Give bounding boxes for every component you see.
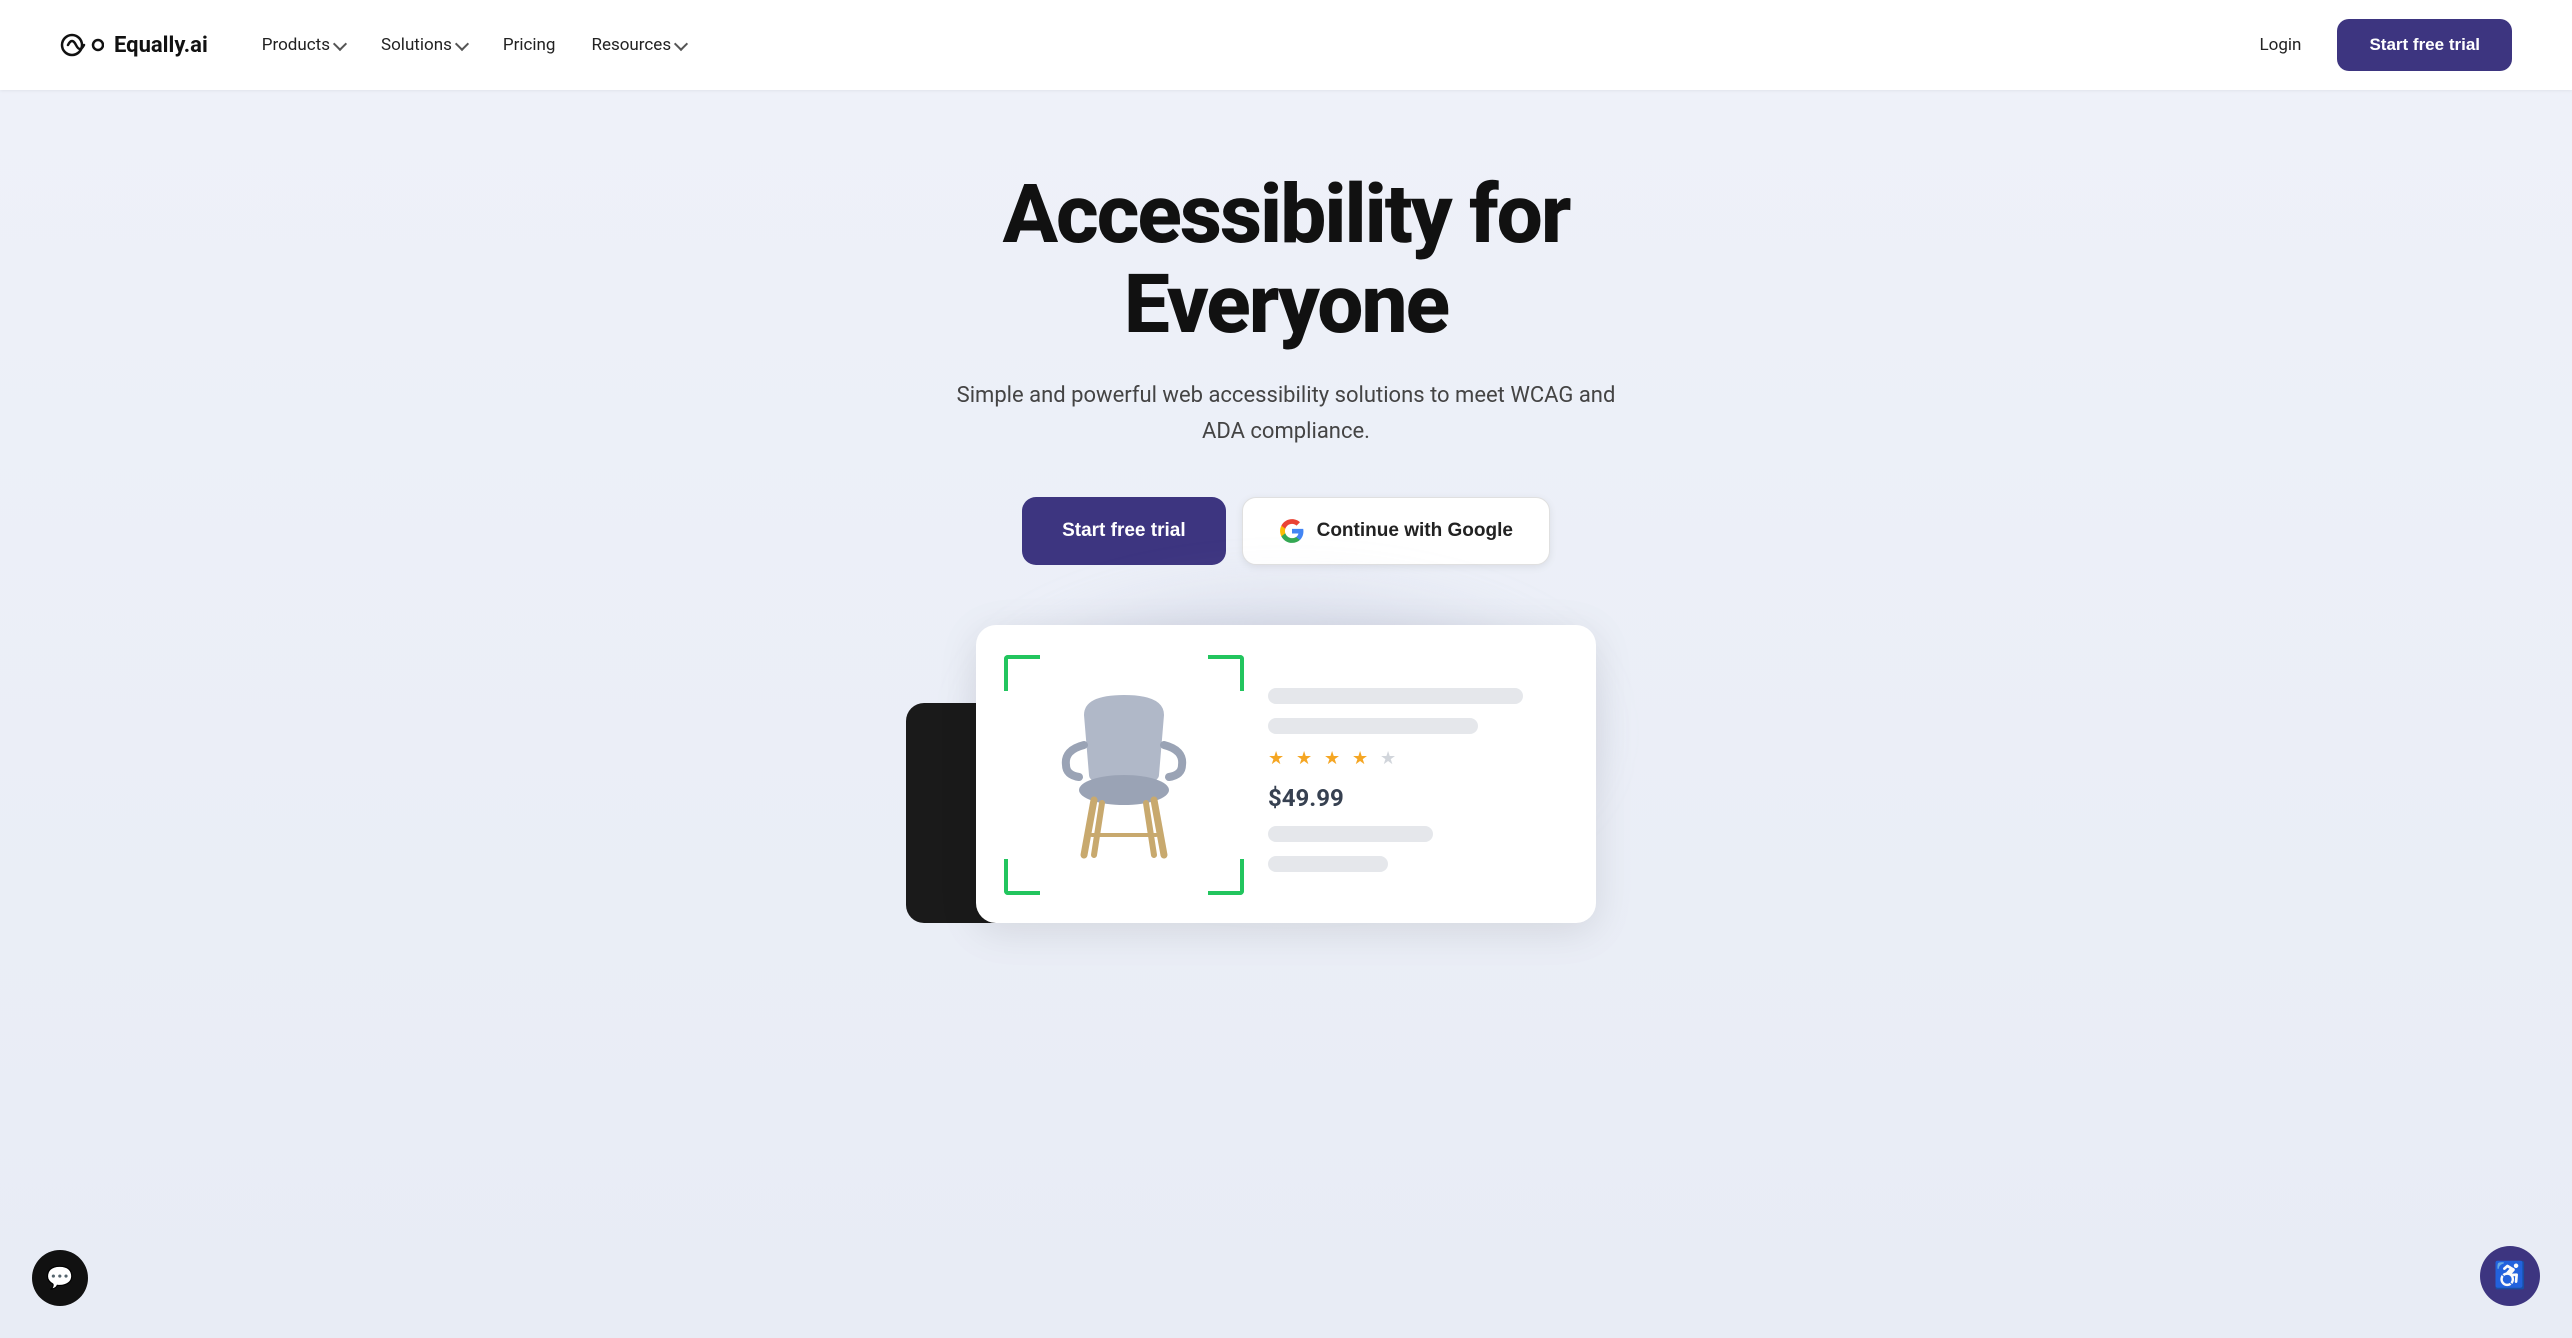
nav-resources[interactable]: Resources bbox=[577, 27, 700, 63]
nav-trial-button[interactable]: Start free trial bbox=[2337, 19, 2512, 71]
navbar: Equally.ai Products Solutions Pricing Re… bbox=[0, 0, 2572, 90]
product-card: ★ ★ ★ ★ ★ $49.99 bbox=[976, 625, 1596, 923]
chair-illustration bbox=[1044, 685, 1204, 865]
chat-icon: 💬 bbox=[46, 1266, 73, 1291]
nav-pricing[interactable]: Pricing bbox=[489, 27, 570, 63]
product-desc-skeleton bbox=[1268, 718, 1478, 734]
star-1: ★ bbox=[1268, 748, 1290, 770]
navbar-nav: Products Solutions Pricing Resources bbox=[248, 27, 2244, 63]
star-4: ★ bbox=[1352, 748, 1374, 770]
product-stars: ★ ★ ★ ★ ★ bbox=[1268, 748, 1568, 770]
solutions-chevron-icon bbox=[455, 36, 469, 50]
product-image-wrapper bbox=[1004, 655, 1244, 895]
nav-products[interactable]: Products bbox=[248, 27, 359, 63]
accessibility-widget[interactable]: ♿ bbox=[2480, 1246, 2540, 1306]
logo[interactable]: Equally.ai bbox=[60, 33, 208, 58]
hero-cta-group: Start free trial Continue with Google bbox=[1022, 497, 1550, 565]
chat-widget[interactable]: 💬 bbox=[32, 1250, 88, 1306]
navbar-right: Login Start free trial bbox=[2244, 19, 2512, 71]
bracket-bottom-left bbox=[1004, 859, 1040, 895]
products-chevron-icon bbox=[333, 36, 347, 50]
brand-name: Equally.ai bbox=[114, 33, 208, 58]
star-2: ★ bbox=[1296, 748, 1318, 770]
login-button[interactable]: Login bbox=[2244, 27, 2318, 63]
product-title-skeleton bbox=[1268, 688, 1523, 704]
demo-area: ★ ★ ★ ★ ★ $49.99 bbox=[0, 625, 2572, 923]
resources-chevron-icon bbox=[674, 36, 688, 50]
product-cta-skeleton bbox=[1268, 826, 1433, 842]
hero-title: Accessibility for Everyone bbox=[836, 170, 1736, 350]
product-extra-skeleton bbox=[1268, 856, 1388, 872]
nav-solutions[interactable]: Solutions bbox=[367, 27, 481, 63]
star-5: ★ bbox=[1380, 748, 1402, 770]
bracket-top-left bbox=[1004, 655, 1040, 691]
bracket-top-right bbox=[1208, 655, 1244, 691]
logo-icon bbox=[60, 33, 104, 57]
hero-subtitle: Simple and powerful web accessibility so… bbox=[936, 378, 1636, 448]
hero-google-button[interactable]: Continue with Google bbox=[1242, 497, 1550, 565]
product-info: ★ ★ ★ ★ ★ $49.99 bbox=[1268, 655, 1568, 895]
hero-section: Accessibility for Everyone Simple and po… bbox=[0, 90, 2572, 1338]
google-button-label: Continue with Google bbox=[1317, 520, 1513, 542]
bracket-bottom-right bbox=[1208, 859, 1244, 895]
product-price: $49.99 bbox=[1268, 784, 1568, 812]
star-3: ★ bbox=[1324, 748, 1346, 770]
accessibility-icon: ♿ bbox=[2494, 1261, 2526, 1291]
google-icon bbox=[1279, 518, 1305, 544]
hero-trial-button[interactable]: Start free trial bbox=[1022, 497, 1226, 565]
